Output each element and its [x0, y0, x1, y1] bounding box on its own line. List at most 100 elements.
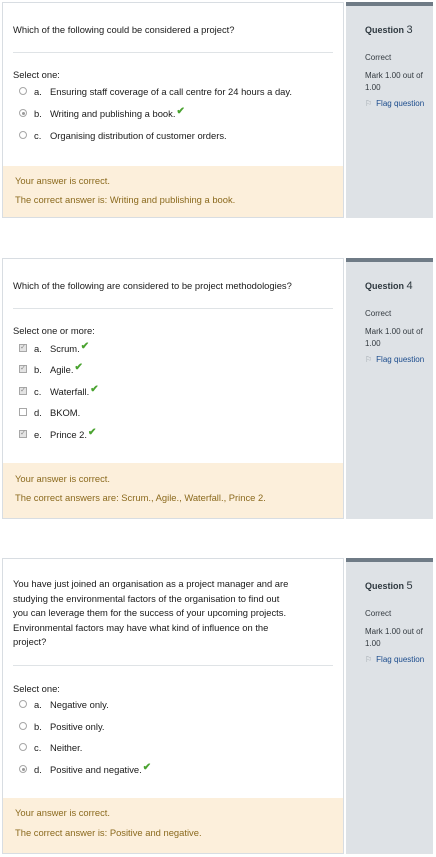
question-4-option-e[interactable]: ✓ e. Prince 2. ✔: [19, 427, 96, 441]
feedback-correct-answer: The correct answer is: Positive and nega…: [15, 827, 202, 838]
question-4-prompt: Select one or more:: [13, 325, 95, 336]
option-label: Ensuring staff coverage of a call centre…: [50, 85, 292, 97]
feedback-status: Your answer is correct.: [15, 175, 111, 186]
question-3-info: Question 3 Correct Mark 1.00 out of 1.00…: [346, 2, 433, 218]
correct-check-icon: ✔: [80, 340, 90, 352]
radio-button[interactable]: [19, 131, 27, 139]
question-state: Correct: [365, 609, 392, 618]
question-5-text: You have just joined an organisation as …: [3, 577, 298, 650]
option-label: Writing and publishing a book.: [50, 107, 176, 119]
question-3-option-a[interactable]: a. Ensuring staff coverage of a call cen…: [19, 84, 292, 98]
option-label: Agile.: [50, 363, 74, 375]
question-label: Question: [365, 581, 405, 591]
question-4-option-d[interactable]: d. BKOM.: [19, 405, 80, 419]
feedback-status: Your answer is correct.: [15, 473, 111, 484]
question-state: Correct: [365, 53, 392, 62]
flag-icon[interactable]: ⚐: [365, 99, 372, 108]
option-letter: d.: [34, 763, 42, 775]
question-number-value: 3: [406, 24, 413, 36]
flag-question-link[interactable]: ⚐ Flag question: [365, 355, 424, 364]
question-4-option-a[interactable]: ✓ a. Scrum. ✔: [19, 341, 89, 355]
option-label: Negative only.: [50, 698, 109, 710]
flag-icon[interactable]: ⚐: [365, 355, 372, 364]
question-5-option-b[interactable]: b. Positive only.: [19, 719, 105, 733]
correct-check-icon: ✔: [142, 761, 152, 773]
radio-button-selected[interactable]: [19, 109, 27, 117]
question-5-divider: [13, 665, 333, 666]
option-letter: a.: [34, 698, 42, 710]
option-letter: c.: [34, 385, 42, 397]
option-letter: b.: [34, 363, 42, 375]
question-5-text-line: project?: [13, 636, 47, 647]
flag-question-label[interactable]: Flag question: [376, 99, 424, 108]
question-label: Question: [365, 25, 405, 35]
question-5-text-line: You have just joined an organisation as …: [13, 578, 289, 589]
question-number: Question 5: [365, 580, 413, 592]
radio-button[interactable]: [19, 700, 27, 708]
question-3-content: Which of the following could be consider…: [2, 2, 344, 218]
checkbox-checked[interactable]: ✓: [19, 344, 27, 352]
radio-button[interactable]: [19, 743, 27, 751]
option-label: Positive only.: [50, 720, 105, 732]
flag-question-label[interactable]: Flag question: [376, 355, 424, 364]
flag-question-link[interactable]: ⚐ Flag question: [365, 655, 424, 664]
question-number-value: 4: [406, 280, 413, 292]
correct-check-icon: ✔: [176, 105, 185, 117]
flag-question-link[interactable]: ⚐ Flag question: [365, 99, 424, 108]
question-5-option-d[interactable]: d. Positive and negative. ✔: [19, 762, 151, 776]
checkbox[interactable]: [19, 408, 27, 416]
question-3-divider: [13, 52, 333, 53]
question-number: Question 4: [365, 280, 413, 292]
option-letter: d.: [34, 406, 42, 418]
option-label: BKOM.: [50, 406, 81, 418]
radio-button[interactable]: [19, 722, 27, 730]
option-label: Waterfall.: [50, 385, 90, 397]
question-3-prompt: Select one:: [13, 69, 60, 80]
question-3-text: Which of the following could be consider…: [13, 24, 235, 35]
option-letter: a.: [34, 85, 42, 97]
question-3-feedback: Your answer is correct. The correct answ…: [3, 166, 343, 217]
question-4-option-b[interactable]: ✓ b. Agile. ✔: [19, 362, 83, 376]
question-5-feedback: Your answer is correct. The correct answ…: [3, 798, 343, 853]
flag-question-label[interactable]: Flag question: [376, 655, 424, 664]
flag-icon[interactable]: ⚐: [365, 655, 372, 664]
feedback-correct-answer: The correct answers are: Scrum., Agile.,…: [15, 492, 266, 503]
question-5-prompt: Select one:: [13, 683, 60, 694]
question-label: Question: [365, 281, 405, 291]
radio-button-selected[interactable]: [19, 765, 27, 773]
option-letter: b.: [34, 720, 42, 732]
question-4: Which of the following are considered to…: [2, 258, 433, 519]
question-5-text-line: Environmental factors may have what kind…: [13, 621, 269, 633]
question-5-option-a[interactable]: a. Negative only.: [19, 697, 109, 711]
correct-check-icon: ✔: [74, 361, 83, 373]
correct-check-icon: ✔: [88, 426, 97, 438]
correct-check-icon: ✔: [90, 383, 99, 395]
question-number-value: 5: [406, 580, 413, 592]
question-4-content: Which of the following are considered to…: [2, 258, 344, 519]
option-label: Prince 2.: [50, 428, 87, 440]
question-state: Correct: [365, 309, 392, 318]
checkbox-checked[interactable]: ✓: [19, 430, 27, 438]
question-mark: Mark 1.00 out of 1.00: [365, 327, 423, 348]
question-mark: Mark 1.00 out of 1.00: [365, 71, 423, 92]
question-5-content: You have just joined an organisation as …: [2, 558, 344, 854]
question-5: You have just joined an organisation as …: [2, 558, 433, 854]
question-4-divider: [13, 308, 333, 309]
option-letter: b.: [34, 107, 42, 119]
radio-button[interactable]: [19, 87, 27, 95]
question-3-option-c[interactable]: c. Organising distribution of customer o…: [19, 128, 227, 142]
option-letter: c.: [34, 741, 42, 753]
question-5-text-line: studying the environmental factors of th…: [13, 592, 280, 604]
checkbox-checked[interactable]: ✓: [19, 365, 27, 373]
question-3-option-b[interactable]: b. Writing and publishing a book. ✔: [19, 106, 185, 120]
option-letter: a.: [34, 342, 42, 354]
question-5-text-line: you can leverage them for the success of…: [13, 607, 287, 618]
question-mark: Mark 1.00 out of 1.00: [365, 627, 423, 648]
question-5-option-c[interactable]: c. Neither.: [19, 740, 82, 754]
question-4-option-c[interactable]: ✓ c. Waterfall. ✔: [19, 384, 99, 398]
checkbox-checked[interactable]: ✓: [19, 387, 27, 395]
option-label: Organising distribution of customer orde…: [50, 129, 227, 141]
option-label: Neither.: [50, 741, 83, 753]
question-4-feedback: Your answer is correct. The correct answ…: [3, 463, 343, 518]
feedback-status: Your answer is correct.: [15, 807, 111, 818]
